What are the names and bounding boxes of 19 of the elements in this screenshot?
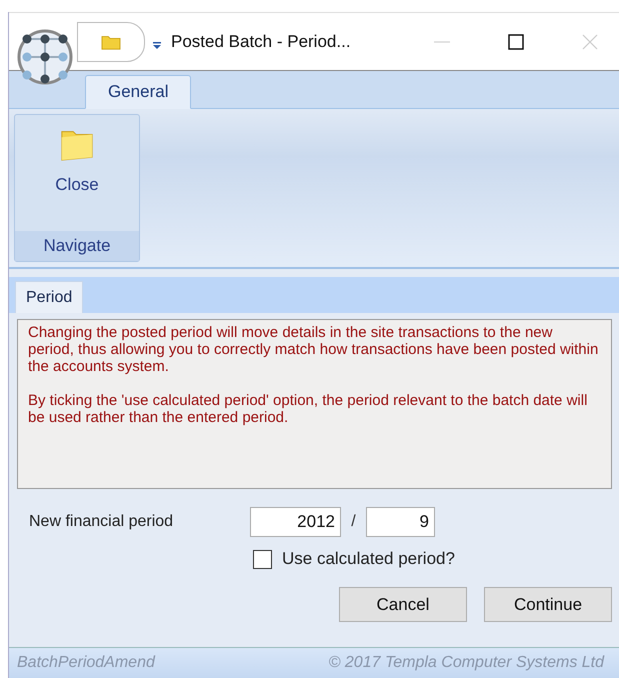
period-field[interactable]: 9 xyxy=(366,507,435,537)
use-calculated-period-checkbox[interactable]: Use calculated period? xyxy=(253,549,612,569)
close-button[interactable]: Close xyxy=(49,115,105,231)
dialog-button[interactable]: Continue xyxy=(484,587,612,622)
separator: / xyxy=(350,513,357,531)
maximize-icon[interactable] xyxy=(508,34,524,50)
group-label: Navigate xyxy=(15,231,139,261)
field-label: New financial period xyxy=(28,513,174,531)
dialog-button[interactable]: Cancel xyxy=(339,587,467,622)
year-field[interactable]: 2012 xyxy=(250,507,341,537)
checkbox[interactable] xyxy=(253,550,272,568)
page-tab[interactable]: Period xyxy=(15,281,84,313)
window-title: Posted Batch - Period... xyxy=(171,32,351,52)
info-text: By ticking the 'use calculated period' option, the period relevant to the batch date will be used rather than the entered period. xyxy=(28,392,588,426)
status-text: BatchPeriodAmend xyxy=(17,654,155,672)
ribbon-tab[interactable]: General xyxy=(85,75,192,109)
info-text: Changing the posted period will move details in the site transactions to the new period, thus allowing you to correctly match how transactions have been posted within the accounts system. xyxy=(28,324,600,375)
copyright-text: © 2017 Templa Computer Systems Ltd xyxy=(328,654,604,672)
dropdown-caret-icon[interactable] xyxy=(153,42,161,50)
